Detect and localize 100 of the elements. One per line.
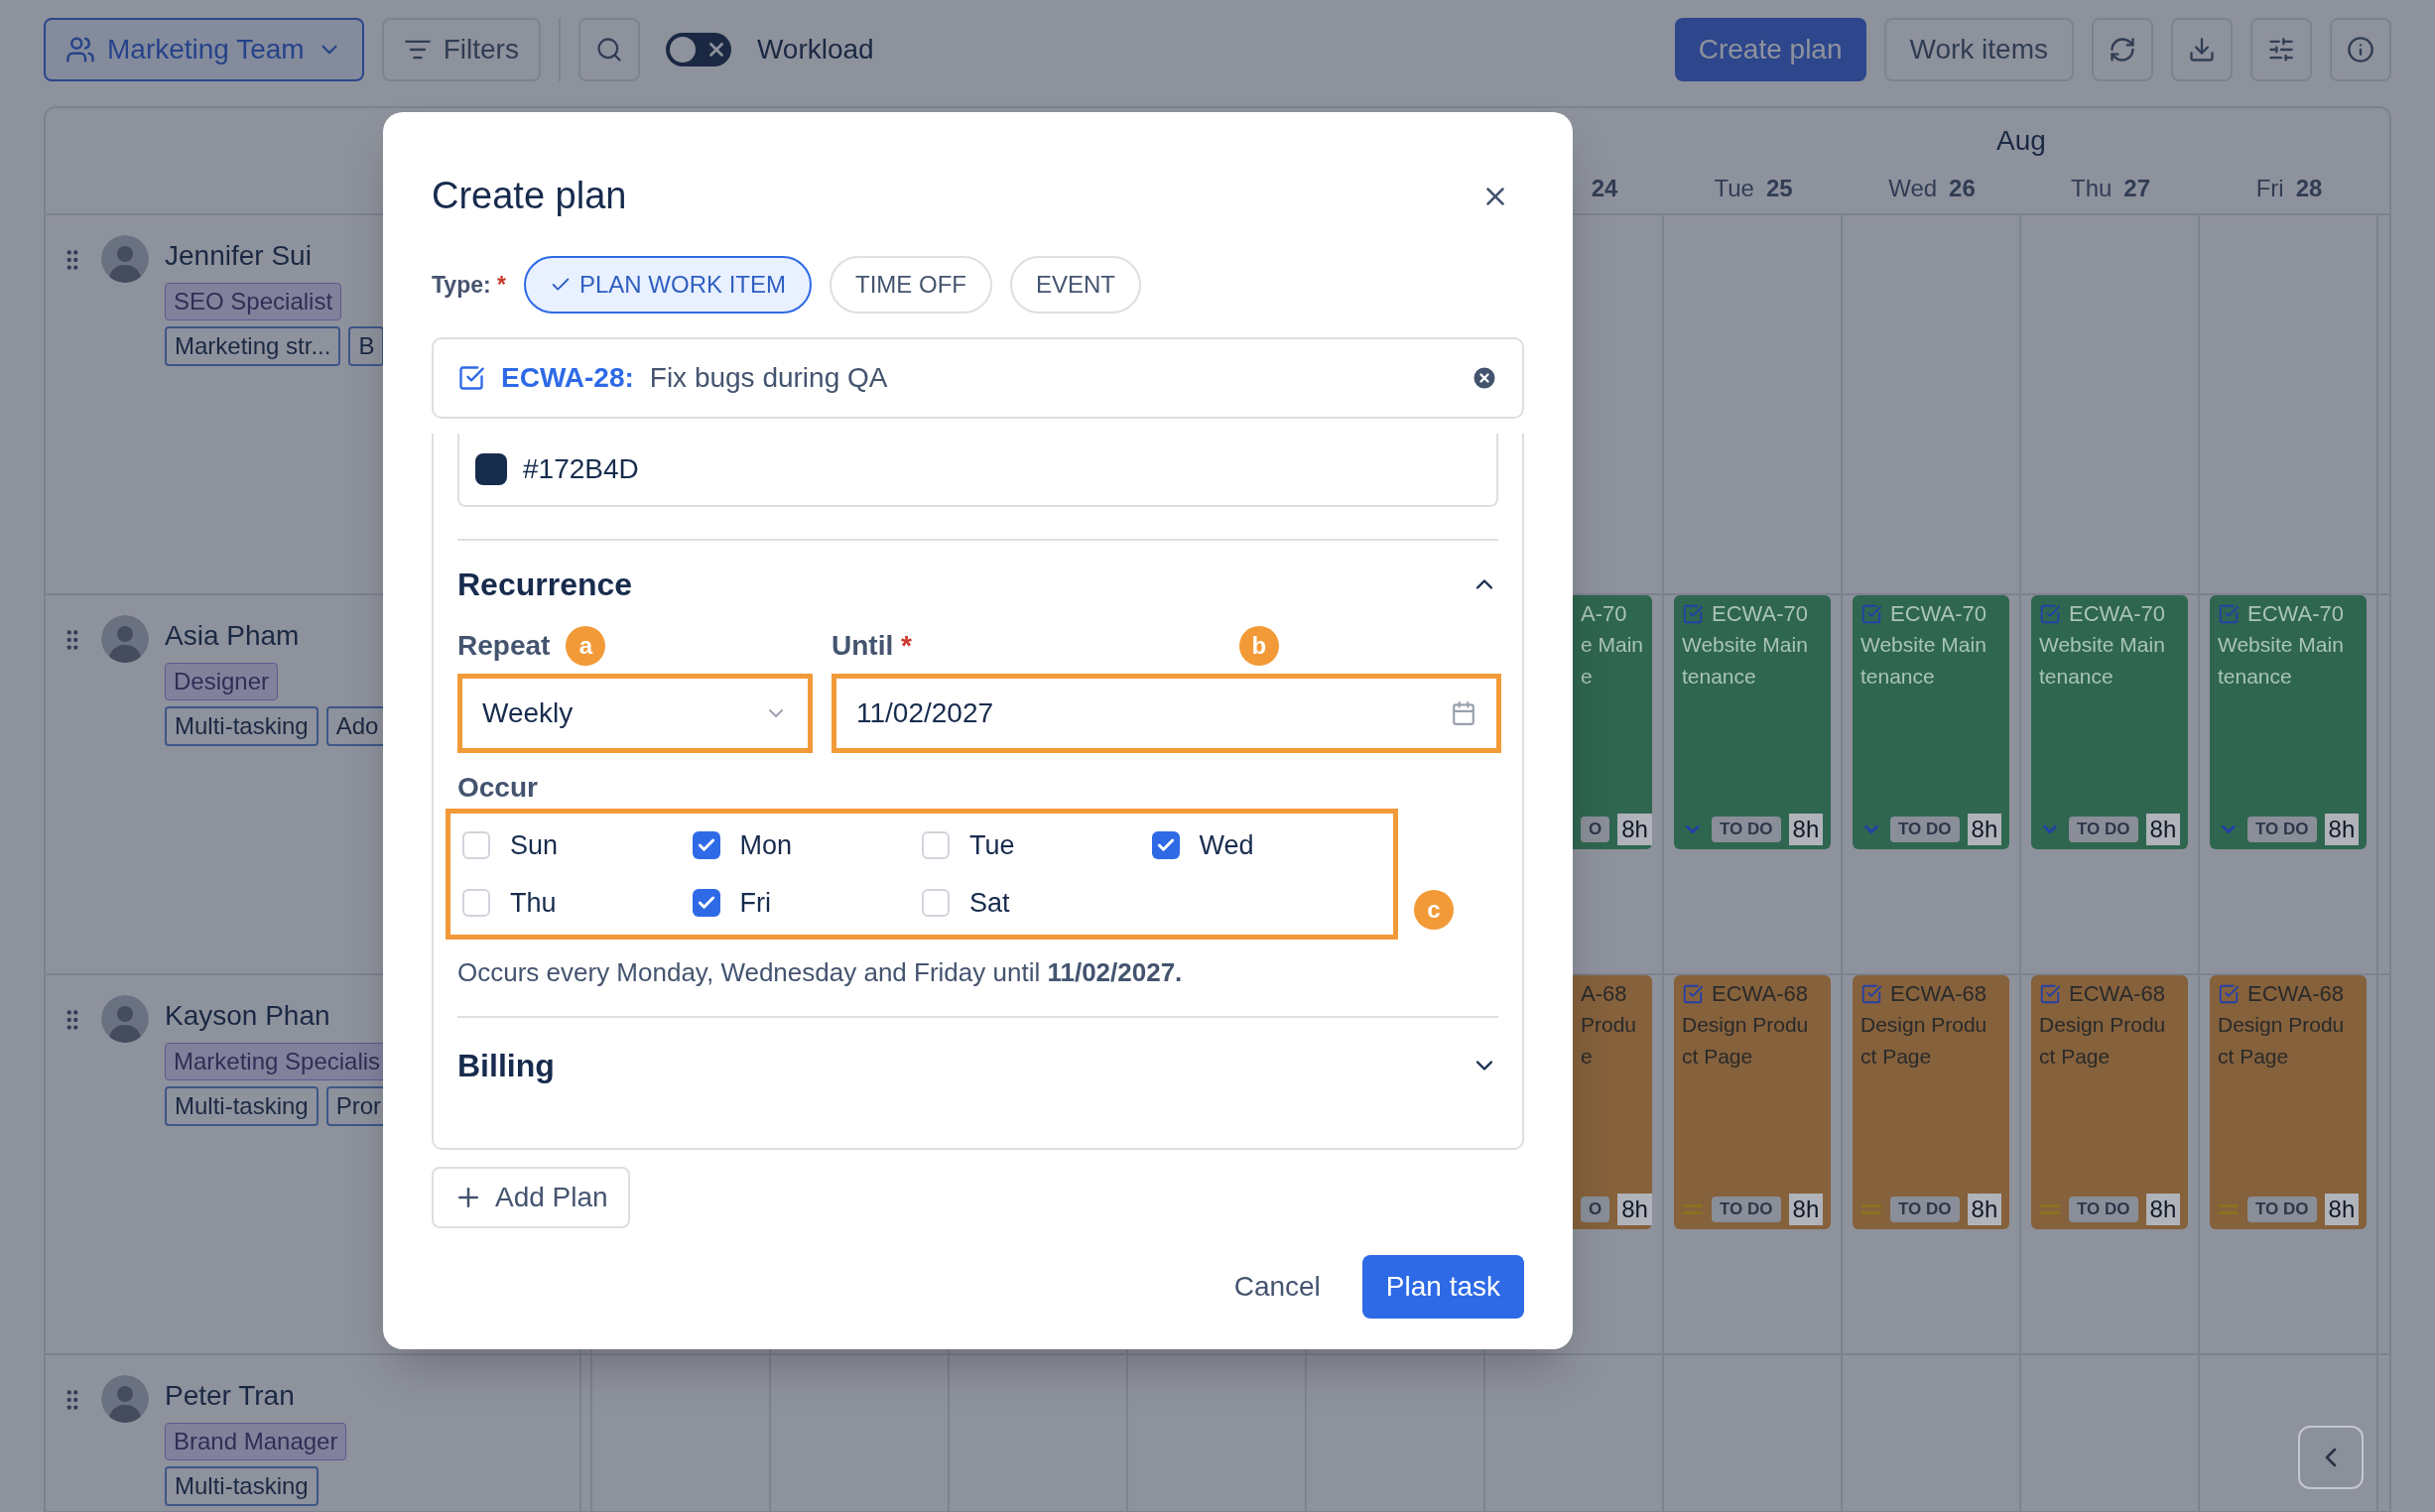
type-chip[interactable]: TIME OFF (830, 256, 992, 314)
day-number: 27 (2123, 174, 2151, 203)
task-title: Design Product Page (1682, 1012, 1810, 1070)
status-badge: TO DO (2247, 817, 2317, 842)
hours-badge: 8h (1617, 1194, 1652, 1225)
checkbox[interactable] (462, 889, 490, 917)
task-title: Design Product Page (1860, 1012, 1988, 1070)
weekday-label: Tue (1714, 174, 1754, 203)
checkbox[interactable] (692, 831, 720, 859)
calendar-cell[interactable] (950, 1355, 1128, 1512)
work-item-field[interactable]: ECWA-28: Fix bugs during QA (432, 337, 1524, 419)
repeat-select[interactable]: Weekly (457, 674, 813, 753)
calendar-cell[interactable]: ECWA-70 Website Maintenance TO DO 8h (1664, 595, 1843, 975)
hours-badge: 8h (2145, 1194, 2181, 1225)
hours-badge: 8h (1967, 1194, 2002, 1225)
status-badge: TO DO (2069, 817, 2138, 842)
task-key: A-70 (1581, 599, 1644, 629)
clear-icon[interactable] (1471, 364, 1498, 392)
role-tag: SEO Specialist (165, 283, 342, 320)
search-icon (594, 36, 623, 63)
checkbox-label: Sat (969, 886, 1010, 920)
priority-equals-icon (2039, 1202, 2061, 1216)
task-card[interactable]: ECWA-70 Website Maintenance TO DO 8h (2031, 595, 2188, 849)
task-title: Website Maintenance (2218, 632, 2345, 690)
task-title: Design Product Page (2218, 1012, 2346, 1070)
calendar-cell[interactable] (771, 1355, 950, 1512)
info-button[interactable] (2330, 18, 2391, 81)
calendar-cell[interactable]: ECWA-68 Design Product Page TO DO 8h (1664, 975, 1843, 1355)
avatar-icon (101, 615, 149, 663)
calendar-cell[interactable]: ECWA-68 Design Product Page TO DO 8h (2021, 975, 2200, 1355)
task-card[interactable]: ECWA-68 Design Product Page TO DO 8h (2031, 975, 2188, 1229)
checkbox[interactable] (462, 831, 490, 859)
role-tag: Designer (165, 663, 279, 700)
avatar-icon (101, 995, 149, 1043)
checkbox-label: Fri (739, 886, 771, 920)
search-button[interactable] (577, 18, 640, 81)
task-card[interactable]: ECWA-68 Design Product Page TO DO 8h (1853, 975, 2009, 1229)
add-plan-button[interactable]: Add Plan (432, 1167, 630, 1228)
task-title: Website Maintenance (1860, 632, 1987, 690)
repeat-label: Repeat (457, 629, 551, 663)
task-title: Design Product Page (2039, 1012, 2167, 1070)
workload-toggle[interactable] (665, 33, 731, 66)
skill-tag: Multi-tasking (165, 706, 319, 746)
calendar-cell[interactable]: ECWA-70 Website Maintenance TO DO 8h (2021, 595, 2200, 975)
calendar-cell[interactable] (2200, 1355, 2378, 1512)
hours-badge: 8h (2324, 1194, 2360, 1225)
work-item-summary: Fix bugs during QA (649, 361, 888, 395)
task-card[interactable]: ECWA-68 Design Product Page TO DO 8h (1674, 975, 1831, 1229)
checkbox[interactable] (692, 889, 720, 917)
status-badge: TO DO (1890, 817, 1960, 842)
priority-equals-icon (1860, 1202, 1882, 1216)
work-item-checkbox-icon (457, 364, 485, 392)
color-field[interactable]: #172B4D (457, 434, 1498, 507)
until-date-field[interactable]: 11/02/2027 (832, 674, 1501, 753)
status-badge: O (1581, 817, 1610, 842)
person-name: Peter Tran (165, 1379, 296, 1413)
task-card[interactable]: ECWA-70 Website Maintenance TO DO 8h (2210, 595, 2367, 849)
filters-button[interactable]: Filters (381, 18, 541, 81)
calendar-cell[interactable] (1485, 1355, 1664, 1512)
task-card[interactable]: ECWA-70 Website Maintenance TO DO 8h (1674, 595, 1831, 849)
type-label: Type: * (432, 270, 506, 300)
calendar-icon[interactable] (1451, 700, 1476, 726)
status-badge: TO DO (1890, 1197, 1960, 1222)
plan-task-button[interactable]: Plan task (1361, 1255, 1524, 1319)
work-item-key: ECWA-28: (501, 357, 634, 399)
checkbox[interactable] (1151, 831, 1180, 859)
calendar-cell[interactable]: ECWA-68 Design Product Page TO DO 8h (1843, 975, 2021, 1355)
annotation-badge: c (1414, 890, 1454, 930)
refresh-button[interactable] (2092, 18, 2153, 81)
type-chip[interactable]: EVENT (1010, 256, 1141, 314)
status-badge: TO DO (2069, 1197, 2138, 1222)
calendar-cell[interactable] (1307, 1355, 1485, 1512)
task-title: e (1581, 664, 1594, 690)
task-checkbox-icon (1682, 603, 1704, 625)
task-title: Produ (1581, 1012, 1638, 1038)
checkbox-label: Sun (510, 828, 559, 862)
priority-equals-icon (1682, 1202, 1704, 1216)
task-card[interactable]: ECWA-70 Website Maintenance TO DO 8h (1853, 595, 2009, 849)
calendar-cell[interactable] (1128, 1355, 1307, 1512)
task-checkbox-icon (1860, 983, 1882, 1005)
avatar-icon (101, 1375, 149, 1423)
settings-button[interactable] (2250, 18, 2312, 81)
type-chip[interactable]: PLAN WORK ITEM (524, 256, 812, 314)
task-card[interactable]: ECWA-68 Design Product Page TO DO 8h (2210, 975, 2367, 1229)
work-items-button[interactable]: Work items (1883, 18, 2074, 81)
download-button[interactable] (2171, 18, 2233, 81)
cancel-button[interactable]: Cancel (1218, 1255, 1337, 1319)
calendar-cell[interactable]: ECWA-70 Website Maintenance TO DO 8h (2200, 595, 2378, 975)
hours-badge: 8h (1617, 814, 1652, 845)
checkbox[interactable] (922, 831, 950, 859)
checkbox-label: Wed (1199, 828, 1254, 862)
calendar-cell[interactable]: ECWA-70 Website Maintenance TO DO 8h (1843, 595, 2021, 975)
collapse-button[interactable] (2298, 1426, 2364, 1489)
priority-equals-icon (2218, 1202, 2240, 1216)
calendar-cell[interactable]: ECWA-68 Design Product Page TO DO 8h (2200, 975, 2378, 1355)
checkbox[interactable] (922, 889, 950, 917)
calendar-cell[interactable] (592, 1355, 771, 1512)
task-checkbox-icon (1682, 983, 1704, 1005)
task-checkbox-icon (2218, 603, 2240, 625)
occur-label: Occur (457, 771, 539, 805)
